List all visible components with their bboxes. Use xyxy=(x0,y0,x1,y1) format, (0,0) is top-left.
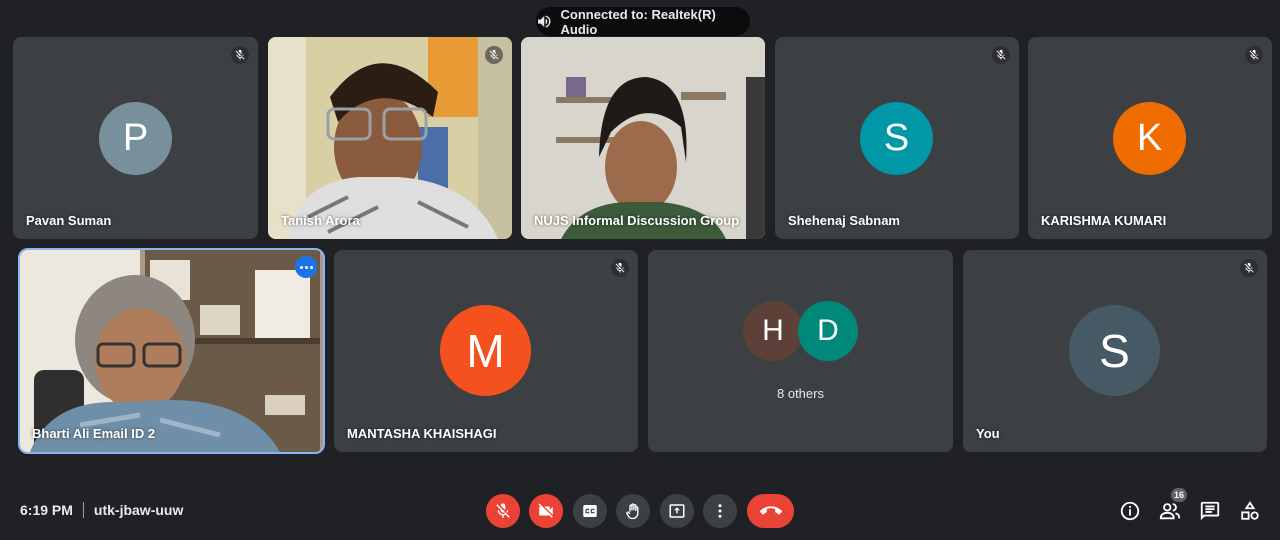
mic-off-icon xyxy=(1240,259,1258,277)
toast-text: Connected to: Realtek(R) Audio xyxy=(560,6,716,37)
people-count-badge: 16 xyxy=(1171,488,1187,502)
participant-tile[interactable]: P Pavan Suman xyxy=(13,37,258,239)
avatar: H xyxy=(743,301,803,361)
leave-call-button[interactable] xyxy=(747,494,794,528)
activities-icon xyxy=(1241,501,1259,520)
others-count-label: 8 others xyxy=(777,386,824,401)
clock-time: 6:19 PM xyxy=(20,502,73,518)
chat-icon xyxy=(1200,501,1220,521)
participant-name: Shehenaj Sabnam xyxy=(788,213,900,228)
mic-off-icon xyxy=(992,46,1010,64)
more-options-button[interactable] xyxy=(703,494,737,528)
info-icon xyxy=(1120,501,1140,521)
video-feed xyxy=(268,37,512,239)
divider xyxy=(82,502,84,518)
mic-toggle-button[interactable] xyxy=(486,494,520,528)
others-tile[interactable]: H D 8 others xyxy=(648,250,953,452)
avatar: M xyxy=(440,305,531,396)
present-screen-button[interactable] xyxy=(660,494,694,528)
participant-tile[interactable]: Bharti Ali Email ID 2 xyxy=(18,248,325,454)
participant-tile[interactable]: Tanish Arora xyxy=(268,37,512,239)
participant-name: You xyxy=(976,426,1000,441)
mic-off-icon xyxy=(485,46,503,64)
raise-hand-button[interactable] xyxy=(616,494,650,528)
avatar: K xyxy=(1113,102,1186,175)
meeting-code: utk-jbaw-uuw xyxy=(93,502,184,518)
mic-off-icon xyxy=(611,259,629,277)
captions-button[interactable] xyxy=(573,494,607,528)
participant-tile[interactable]: M MANTASHA KHAISHAGI xyxy=(334,250,638,452)
mic-off-icon xyxy=(496,503,510,518)
avatar: S xyxy=(860,102,933,175)
more-options-icon[interactable] xyxy=(295,256,317,278)
avatar: D xyxy=(798,301,858,361)
camera-off-icon xyxy=(538,503,553,518)
more-vert-icon xyxy=(718,504,722,518)
avatar: S xyxy=(1069,305,1160,396)
chat-button[interactable] xyxy=(1196,497,1224,525)
participant-name: Bharti Ali Email ID 2 xyxy=(32,426,156,441)
audio-device-toast: Connected to: Realtek(R) Audio xyxy=(536,6,750,37)
video-feed xyxy=(521,37,765,239)
meeting-info: 6:19 PM utk-jbaw-uuw xyxy=(20,502,183,518)
people-icon xyxy=(1159,503,1181,520)
video-feed xyxy=(20,250,323,452)
participant-name: MANTASHA KHAISHAGI xyxy=(347,426,497,441)
mic-off-icon xyxy=(231,46,249,64)
participant-name: Tanish Arora xyxy=(281,213,360,228)
participant-tile[interactable]: S Shehenaj Sabnam xyxy=(775,37,1019,239)
speaker-icon xyxy=(538,15,551,28)
meeting-details-button[interactable] xyxy=(1116,497,1144,525)
participant-tile[interactable]: NUJS Informal Discussion Group xyxy=(521,37,765,239)
self-tile[interactable]: S You xyxy=(963,250,1267,452)
participant-tile[interactable]: K KARISHMA KUMARI xyxy=(1028,37,1272,239)
participant-name: KARISHMA KUMARI xyxy=(1041,213,1167,228)
closed-captions-icon xyxy=(583,505,597,517)
present-icon xyxy=(669,504,685,518)
mic-off-icon xyxy=(1245,46,1263,64)
participant-name: NUJS Informal Discussion Group xyxy=(534,213,740,228)
camera-toggle-button[interactable] xyxy=(529,494,563,528)
avatar: P xyxy=(99,102,172,175)
participant-name: Pavan Suman xyxy=(26,213,112,228)
hang-up-icon xyxy=(759,506,782,515)
activities-button[interactable] xyxy=(1236,497,1264,525)
hand-icon xyxy=(626,503,639,520)
